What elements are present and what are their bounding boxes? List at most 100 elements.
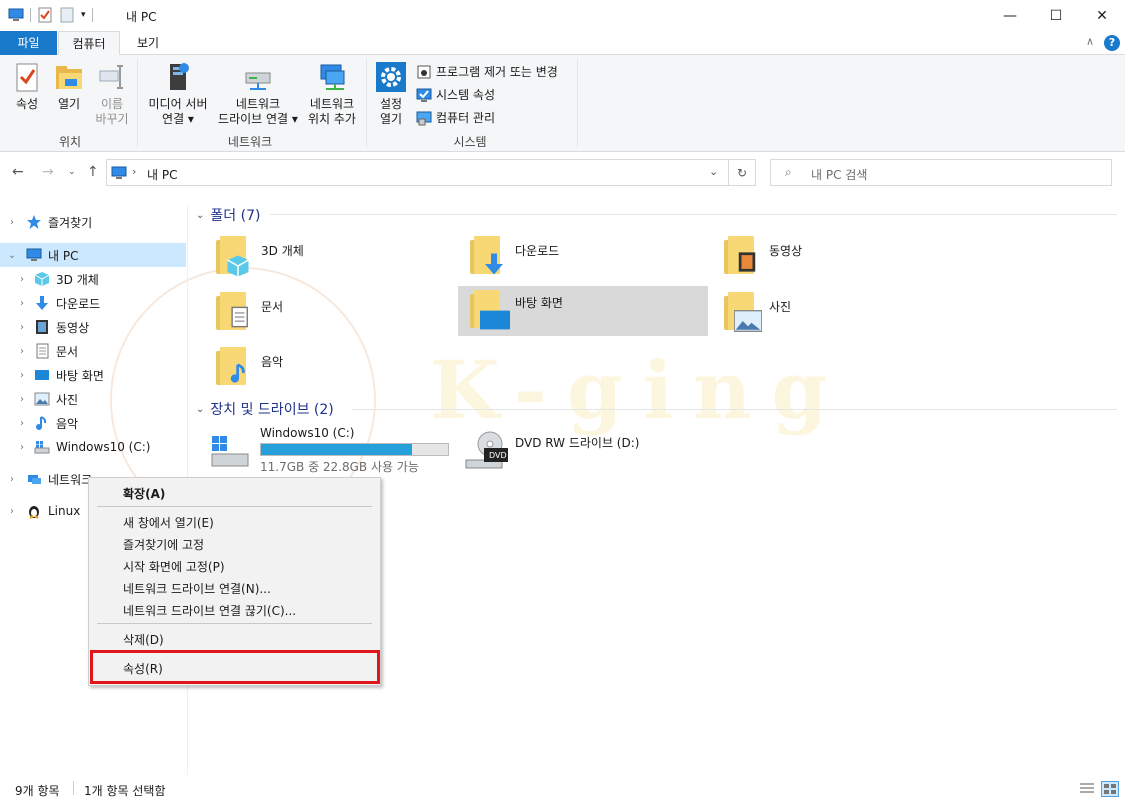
sidebar-item-music[interactable]: › 음악	[0, 411, 186, 435]
menu-item-expand[interactable]: 확장(A)	[123, 485, 165, 502]
chevron-down-icon[interactable]: ⌄	[6, 250, 18, 261]
chevron-right-icon[interactable]: ›	[6, 474, 18, 485]
folder-videos[interactable]: 동영상	[712, 232, 962, 282]
chevron-right-icon[interactable]: ›	[16, 298, 28, 309]
tab-file[interactable]: 파일	[0, 31, 57, 55]
sidebar-item-label: 동영상	[56, 320, 90, 335]
address-dropdown-icon[interactable]: ⌄	[709, 165, 718, 178]
map-network-drive-button[interactable]: 네트워크 드라이브 연결 ▾	[214, 61, 302, 127]
folder-desktop[interactable]: 바탕 화면	[458, 286, 708, 336]
chevron-right-icon[interactable]: ›	[16, 370, 28, 381]
menu-item-pin-start[interactable]: 시작 화면에 고정(P)	[123, 558, 225, 575]
open-button[interactable]: 열기	[52, 61, 86, 112]
status-bar: 9개 항목 1개 항목 선택함	[0, 776, 1125, 802]
download-icon	[485, 253, 503, 275]
quick-access-toolbar: ▾	[8, 7, 93, 23]
drive-c-name: Windows10 (C:)	[260, 426, 355, 440]
sidebar-item-quick-access[interactable]: › 즐겨찾기	[0, 210, 186, 234]
details-view-icon[interactable]	[1079, 782, 1095, 796]
group-network-label: 네트워크	[227, 135, 273, 149]
folder-name: 음악	[261, 355, 284, 369]
folder-icon	[470, 236, 503, 275]
breadcrumb-chevron-icon[interactable]: ›	[132, 165, 136, 178]
ribbon-tabs: 파일 컴퓨터 보기 ∧ ?	[0, 31, 1125, 56]
drive-d[interactable]: DVD DVD RW 드라이브 (D:)	[458, 424, 708, 472]
close-button[interactable]: ✕	[1079, 0, 1125, 31]
open-settings-button[interactable]: 설정 열기	[372, 61, 410, 127]
forward-icon[interactable]: →	[42, 164, 54, 180]
properties-button[interactable]: 속성	[8, 61, 46, 112]
chevron-down-icon[interactable]: ⌄	[196, 404, 204, 415]
back-icon[interactable]: ←	[12, 164, 24, 180]
sidebar-item-documents[interactable]: › 문서	[0, 339, 186, 363]
large-icons-view-icon[interactable]	[1101, 781, 1119, 797]
media-server-button[interactable]: 미디어 서버 연결 ▾	[144, 61, 212, 127]
menu-item-map-drive[interactable]: 네트워크 드라이브 연결(N)...	[123, 580, 271, 597]
tab-computer[interactable]: 컴퓨터	[58, 31, 120, 56]
menu-item-delete[interactable]: 삭제(D)	[123, 631, 164, 648]
folder-3d-objects[interactable]: 3D 개체	[204, 232, 454, 282]
folder-open-icon	[56, 66, 82, 89]
menu-item-open-new-window[interactable]: 새 창에서 열기(E)	[123, 514, 214, 531]
computer-management-button[interactable]: 컴퓨터 관리	[416, 109, 495, 126]
chevron-down-icon[interactable]: ⌄	[196, 210, 204, 221]
folder-documents[interactable]: 문서	[204, 288, 454, 338]
menu-item-disconnect-drive[interactable]: 네트워크 드라이브 연결 끊기(C)...	[123, 602, 296, 619]
sidebar-item-label: 네트워크	[48, 472, 93, 487]
folders-group-header[interactable]: ⌄ 폴더 (7)	[196, 205, 260, 225]
chevron-right-icon[interactable]: ›	[6, 217, 18, 228]
search-icon: ⌕	[785, 165, 792, 179]
tab-view[interactable]: 보기	[126, 31, 170, 55]
up-icon[interactable]: ↑	[87, 164, 99, 180]
chevron-right-icon[interactable]: ›	[16, 322, 28, 333]
minimize-button[interactable]: —	[987, 0, 1033, 31]
sidebar-item-label: Windows10 (C:)	[56, 440, 151, 454]
sidebar-item-pictures[interactable]: › 사진	[0, 387, 186, 411]
new-folder-icon[interactable]	[59, 7, 75, 23]
properties-icon[interactable]	[37, 7, 53, 23]
chevron-right-icon[interactable]: ›	[16, 394, 28, 405]
media-server-icon	[170, 63, 189, 90]
sidebar-item-desktop[interactable]: › 바탕 화면	[0, 363, 186, 387]
folder-downloads[interactable]: 다운로드	[458, 232, 708, 282]
maximize-button[interactable]: ☐	[1033, 0, 1079, 31]
folder-icon	[724, 292, 762, 332]
uninstall-program-button[interactable]: 프로그램 제거 또는 변경	[416, 63, 558, 80]
collapse-ribbon-icon[interactable]: ∧	[1086, 35, 1094, 48]
folder-music[interactable]: 음악	[204, 343, 454, 393]
network-location-icon	[320, 64, 345, 90]
customize-qa-icon[interactable]: ▾	[81, 10, 86, 20]
media-server-label-1: 미디어 서버	[148, 97, 208, 111]
refresh-button[interactable]: ↻	[729, 159, 756, 186]
chevron-right-icon[interactable]: ›	[16, 442, 28, 453]
windows-drive-icon	[211, 436, 249, 467]
pc-icon	[8, 8, 24, 21]
sidebar-item-drive-c[interactable]: › Windows10 (C:)	[0, 435, 186, 459]
recent-locations-icon[interactable]: ⌄	[68, 167, 76, 177]
sidebar-item-3d-objects[interactable]: › 3D 개체	[0, 267, 186, 291]
help-icon[interactable]: ?	[1104, 35, 1120, 51]
folder-name: 바탕 화면	[515, 296, 563, 310]
breadcrumb[interactable]: 내 PC	[147, 166, 177, 183]
folder-name: 문서	[261, 300, 284, 314]
chevron-right-icon[interactable]: ›	[16, 418, 28, 429]
selected-count: 1개 항목 선택함	[84, 784, 166, 798]
search-input[interactable]: ⌕ 내 PC 검색	[770, 159, 1112, 186]
settings-gear-icon	[376, 62, 406, 92]
add-network-location-button[interactable]: 네트워크 위치 추가	[304, 61, 360, 127]
computer-management-label: 컴퓨터 관리	[436, 111, 496, 125]
folder-pictures[interactable]: 사진	[712, 288, 962, 338]
sidebar-item-downloads[interactable]: › 다운로드	[0, 291, 186, 315]
menu-item-pin-quick-access[interactable]: 즐겨찾기에 고정	[123, 536, 204, 553]
chevron-right-icon[interactable]: ›	[16, 346, 28, 357]
pc-icon	[111, 166, 127, 179]
cube-icon	[34, 272, 50, 286]
rename-button[interactable]: 이름 바꾸기	[92, 61, 132, 127]
sidebar-item-this-pc[interactable]: ⌄ 내 PC	[0, 243, 186, 267]
devices-group-header[interactable]: ⌄ 장치 및 드라이브 (2)	[196, 399, 334, 419]
system-properties-button[interactable]: 시스템 속성	[416, 86, 495, 103]
chevron-right-icon[interactable]: ›	[16, 274, 28, 285]
chevron-right-icon[interactable]: ›	[6, 506, 18, 517]
sidebar-item-videos[interactable]: › 동영상	[0, 315, 186, 339]
address-bar[interactable]: › 내 PC ⌄	[106, 159, 729, 186]
